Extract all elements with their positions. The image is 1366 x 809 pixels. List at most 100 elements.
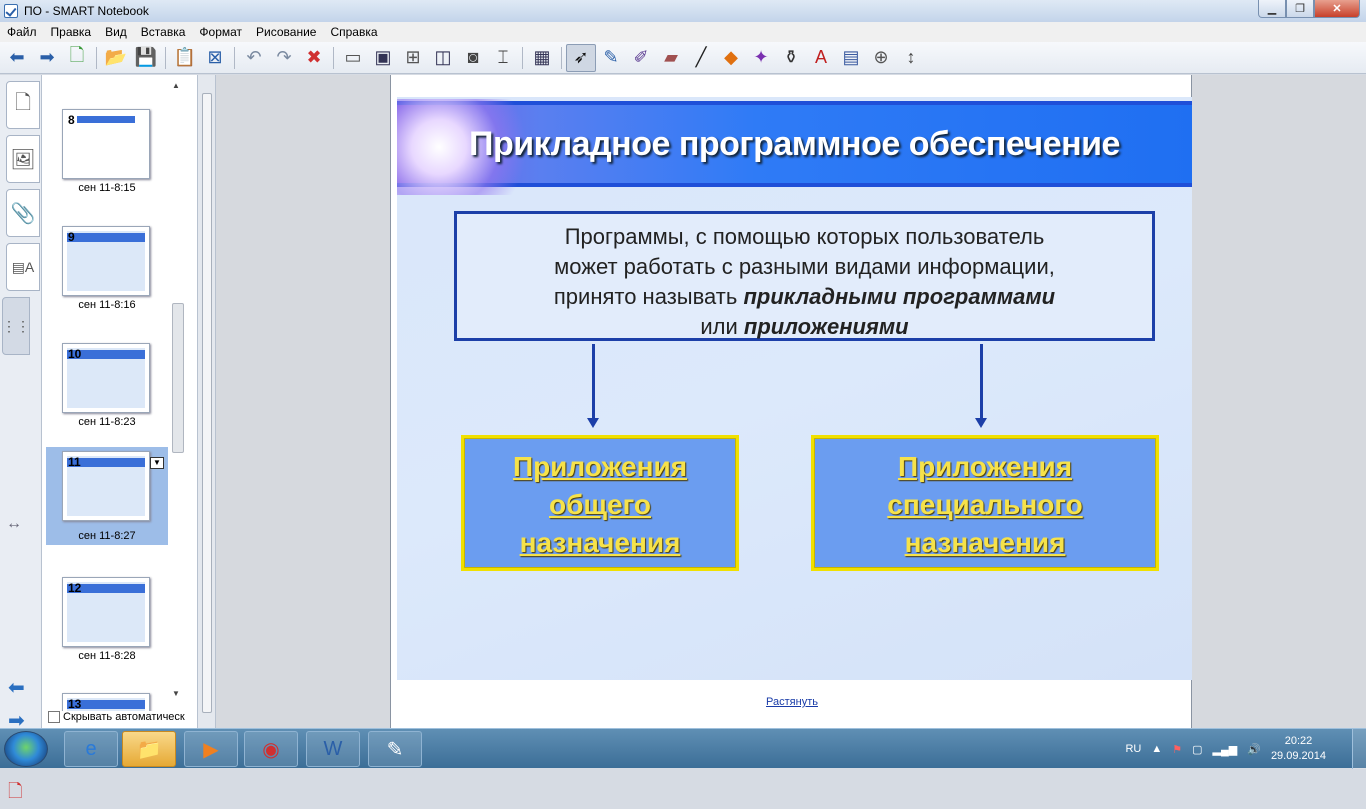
clock[interactable]: 20:22 29.09.2014 [1271, 734, 1326, 764]
properties-tab-icon[interactable]: ▤A [6, 243, 40, 291]
chrome-taskbar-icon[interactable]: ◉ [244, 731, 298, 767]
page-thumbnail[interactable]: 8 сен 11-8:15 [42, 105, 172, 217]
close-button[interactable]: ✕ [1314, 0, 1360, 18]
full-screen-icon[interactable]: ▣ [368, 44, 398, 72]
pen-icon[interactable]: ✎ [596, 44, 626, 72]
page-thumbnail[interactable]: 9 сен 11-8:16 [42, 222, 172, 334]
select-icon[interactable]: ➶ [566, 43, 596, 72]
undo-icon[interactable]: ↶ [239, 44, 269, 72]
magic-pen-icon[interactable]: ✦ [746, 44, 776, 72]
autohide-option[interactable]: Скрывать автоматическ [48, 711, 185, 723]
smart-notebook-taskbar-icon[interactable]: ✎ [368, 731, 422, 767]
add-page-icon[interactable]: 🗋 [62, 44, 92, 72]
line-icon[interactable]: ╱ [686, 44, 716, 72]
volume-icon[interactable]: 🔊 [1247, 743, 1261, 756]
menu-help[interactable]: Справка [323, 25, 384, 39]
action-center-icon[interactable]: ⚑ [1172, 743, 1182, 756]
category-line: назначения [904, 527, 1066, 558]
resize-sidebar-icon[interactable]: ↔ [6, 515, 22, 533]
forward-arrow-icon[interactable]: ➡ [32, 44, 62, 72]
explorer-taskbar-icon[interactable]: 📁 [122, 731, 176, 767]
delete-page-side-icon[interactable]: 🗋 [8, 779, 25, 809]
canvas-scrollbar[interactable] [202, 93, 212, 713]
table-icon[interactable]: ▦ [527, 44, 557, 72]
stretch-link[interactable]: Растянуть [391, 696, 1193, 708]
measurement-icon[interactable]: ⊕ [866, 44, 896, 72]
show-hidden-icons-icon[interactable]: ▲ [1151, 743, 1162, 755]
page-thumbnail[interactable]: 12 сен 11-8:28 [42, 573, 172, 685]
dual-page-icon[interactable]: ◫ [428, 44, 458, 72]
device-icon[interactable]: ▢ [1192, 743, 1202, 756]
category-line: Приложения [512, 451, 688, 482]
autohide-label: Скрывать автоматическ [63, 711, 185, 723]
page-caption: сен 11-8:27 [78, 530, 136, 542]
ie-taskbar-icon[interactable]: e [64, 731, 118, 767]
properties-icon[interactable]: ▤ [836, 44, 866, 72]
redo-icon[interactable]: ↷ [269, 44, 299, 72]
work-area: Прикладное программное обеспечение Прогр… [216, 75, 1366, 728]
text-icon[interactable]: A [806, 44, 836, 72]
scroll-thumb[interactable] [172, 303, 184, 453]
definition-box: Программы, с помощью которых пользовател… [454, 211, 1155, 341]
menu-file[interactable]: Файл [0, 25, 44, 39]
screen-capture-icon[interactable]: ◙ [458, 44, 488, 72]
menu-edit[interactable]: Правка [44, 25, 99, 39]
transparent-bg-icon[interactable]: ⊞ [398, 44, 428, 72]
autohide-checkbox[interactable] [48, 711, 60, 723]
creative-pen-icon[interactable]: ✐ [626, 44, 656, 72]
menu-insert[interactable]: Вставка [134, 25, 193, 39]
page-thumbnail-selected[interactable]: 11 ▼ сен 11-8:27 [46, 447, 168, 545]
toolbar-separator [522, 46, 523, 69]
slide-image[interactable]: Прикладное программное обеспечение Прогр… [397, 97, 1192, 680]
move-toolbar-icon[interactable]: ↕ [896, 44, 926, 72]
page-number: 11 [68, 455, 81, 469]
language-indicator[interactable]: RU [1125, 743, 1141, 755]
definition-text: или [700, 314, 744, 339]
toolbar-separator [333, 46, 334, 69]
minimize-button[interactable]: ▁ [1258, 0, 1286, 18]
system-tray: RU ▲ ⚑ ▢ ▂▄▆ 🔊 20:22 29.09.2014 [1125, 729, 1326, 769]
previous-page-icon[interactable]: ⬅ [8, 675, 25, 700]
start-button[interactable] [4, 731, 48, 767]
paste-icon[interactable]: 📋 [170, 44, 200, 72]
word-taskbar-icon[interactable]: W [306, 731, 360, 767]
back-arrow-icon[interactable]: ⬅ [2, 44, 32, 72]
page-sorter-tab-icon[interactable]: 🗋 [6, 81, 40, 129]
scroll-down-icon[interactable]: ▼ [172, 689, 180, 698]
attachments-tab-icon[interactable]: 📎 [6, 189, 40, 237]
clock-date: 29.09.2014 [1270, 750, 1326, 762]
fill-icon[interactable]: ⚱ [776, 44, 806, 72]
delete-icon[interactable]: ✖ [299, 44, 329, 72]
scroll-up-icon[interactable]: ▲ [172, 81, 180, 90]
addons-tab-icon[interactable]: ⋮⋮ [2, 297, 30, 355]
screen-shade-icon[interactable]: ▭ [338, 44, 368, 72]
side-tabs: 🗋 🖼 📎 ▤A ⋮⋮ ↔ ⬅ ➡ 🗋 🗋 [0, 75, 42, 801]
menu-format[interactable]: Формат [192, 25, 249, 39]
notebook-page[interactable]: Прикладное программное обеспечение Прогр… [390, 75, 1192, 728]
menu-draw[interactable]: Рисование [249, 25, 323, 39]
page-thumbnail[interactable]: 10 сен 11-8:23 [42, 339, 172, 451]
eraser-icon[interactable]: ▰ [656, 44, 686, 72]
page-thumbnail[interactable]: 13 [42, 689, 172, 711]
title-bar: ПО - SMART Notebook ▁ ❐ ✕ [0, 0, 1366, 22]
maximize-button[interactable]: ❐ [1286, 0, 1314, 18]
page-caption: сен 11-8:23 [78, 416, 136, 428]
document-camera-icon[interactable]: ⌶ [488, 44, 518, 72]
definition-text: принято называть [553, 284, 744, 309]
media-player-taskbar-icon[interactable]: ▶ [184, 731, 238, 767]
show-desktop-button[interactable] [1352, 729, 1366, 769]
save-icon[interactable]: 💾 [131, 44, 161, 72]
menu-view[interactable]: Вид [98, 25, 134, 39]
delete-page-icon[interactable]: ⊠ [200, 44, 230, 72]
open-folder-icon[interactable]: 📂 [101, 44, 131, 72]
gallery-tab-icon[interactable]: 🖼 [6, 135, 40, 183]
page-menu-dropdown-icon[interactable]: ▼ [150, 457, 164, 469]
page-caption: сен 11-8:28 [78, 650, 136, 662]
shapes-icon[interactable]: ◆ [716, 44, 746, 72]
definition-emphasis: прикладными программами [743, 284, 1056, 309]
sidebar-splitter[interactable] [198, 75, 216, 728]
page-number: 12 [68, 581, 82, 595]
page-sorter-scrollbar[interactable]: ▲ ▼ [170, 81, 184, 701]
network-icon[interactable]: ▂▄▆ [1213, 743, 1238, 756]
category-line: Приложения [897, 451, 1073, 482]
